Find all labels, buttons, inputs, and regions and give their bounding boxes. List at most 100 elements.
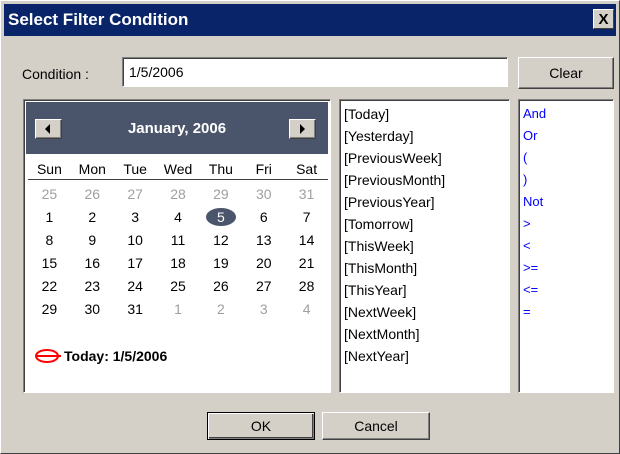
- calendar-day-number: 31: [127, 300, 143, 317]
- calendar-day[interactable]: 31: [285, 186, 328, 202]
- calendar-day[interactable]: 1: [28, 209, 71, 225]
- calendar-day[interactable]: 20: [242, 255, 285, 271]
- calendar-day[interactable]: 2: [71, 209, 114, 225]
- calendar-day[interactable]: 16: [71, 255, 114, 271]
- date-keyword-list[interactable]: [Today] [Yesterday] [PreviousWeek] [Previou…: [339, 99, 510, 393]
- calendar-day[interactable]: 26: [71, 186, 114, 202]
- calendar-day-number: 9: [88, 231, 97, 248]
- calendar-day-number: 27: [255, 277, 272, 294]
- calendar-day-number: 28: [298, 277, 315, 294]
- calendar-week-row: 1 2 3 4 5 6 7: [28, 205, 328, 228]
- calendar-day[interactable]: 31: [114, 301, 157, 317]
- calendar-day[interactable]: 11: [157, 232, 200, 248]
- calendar-day[interactable]: 26: [199, 278, 242, 294]
- calendar-day-number: 30: [84, 300, 101, 317]
- ok-button[interactable]: OK: [207, 412, 315, 440]
- close-button[interactable]: X: [593, 9, 614, 29]
- calendar-day[interactable]: 29: [28, 301, 71, 317]
- calendar-day[interactable]: 30: [242, 186, 285, 202]
- calendar-day[interactable]: 8: [28, 232, 71, 248]
- calendar-day[interactable]: 29: [199, 186, 242, 202]
- calendar-day[interactable]: 12: [199, 232, 242, 248]
- calendar-day-number: 6: [259, 208, 268, 225]
- calendar-day[interactable]: 24: [114, 278, 157, 294]
- calendar-day[interactable]: 3: [242, 301, 285, 317]
- calendar-day[interactable]: 1: [157, 301, 200, 317]
- keyword-list-item[interactable]: [PreviousYear]: [344, 191, 505, 213]
- calendar-day[interactable]: 6: [242, 209, 285, 225]
- calendar-day-number: 1: [174, 300, 182, 317]
- calendar-day[interactable]: 13: [242, 232, 285, 248]
- calendar-week-row: 8 9 10 11 12 13 14: [28, 228, 328, 251]
- operator-list-item[interactable]: Not: [523, 191, 609, 213]
- calendar-day-number: 25: [170, 277, 186, 294]
- calendar-day[interactable]: 18: [157, 255, 200, 271]
- calendar-day[interactable]: 15: [28, 255, 71, 271]
- operator-list-item[interactable]: >: [523, 213, 609, 235]
- keyword-list-item[interactable]: [NextYear]: [344, 345, 505, 367]
- calendar-day[interactable]: 25: [157, 278, 200, 294]
- operator-list-item[interactable]: Or: [523, 125, 609, 147]
- calendar-day[interactable]: 23: [71, 278, 114, 294]
- calendar-day[interactable]: 4: [157, 209, 200, 225]
- calendar-day-number: 4: [302, 300, 311, 317]
- calendar-day[interactable]: 28: [157, 186, 200, 202]
- select-filter-condition-dialog: Select Filter Condition X Condition : 1/…: [0, 0, 620, 454]
- calendar-day-number: 20: [255, 254, 272, 271]
- operator-list-item[interactable]: <=: [523, 279, 609, 301]
- calendar-day-number: 18: [170, 254, 186, 271]
- keyword-list-item[interactable]: [PreviousWeek]: [344, 147, 505, 169]
- calendar-day[interactable]: 7: [285, 209, 328, 225]
- calendar-day[interactable]: 27: [242, 278, 285, 294]
- keyword-list-item[interactable]: [ThisYear]: [344, 279, 505, 301]
- cancel-button[interactable]: Cancel: [322, 412, 430, 440]
- keyword-list-item[interactable]: [Today]: [344, 103, 505, 125]
- days-of-week-row: Sun Mon Tue Wed Thu Fri Sat: [28, 158, 328, 180]
- calendar-day[interactable]: 25: [28, 186, 71, 202]
- calendar-day-number: 24: [127, 277, 143, 294]
- calendar-day[interactable]: 4: [285, 301, 328, 317]
- calendar-day-number: 14: [298, 231, 315, 248]
- today-label: Today: 1/5/2006: [64, 348, 168, 364]
- operator-list-item[interactable]: <: [523, 235, 609, 257]
- calendar-day-number: 4: [174, 208, 182, 225]
- condition-input[interactable]: 1/5/2006: [122, 57, 508, 87]
- calendar-day[interactable]: 27: [114, 186, 157, 202]
- keyword-list-item[interactable]: [NextWeek]: [344, 301, 505, 323]
- today-button[interactable]: Today: 1/5/2006: [34, 347, 167, 365]
- calendar-day[interactable]: 30: [71, 301, 114, 317]
- calendar-week-row: 29 30 31 1 2 3 4: [28, 297, 328, 320]
- keyword-list-item[interactable]: [NextMonth]: [344, 323, 505, 345]
- operator-list-item[interactable]: >=: [523, 257, 609, 279]
- calendar-day[interactable]: 9: [71, 232, 114, 248]
- calendar-day-number: 19: [213, 254, 229, 271]
- operator-list[interactable]: And Or() Not > < >= <= =: [518, 99, 614, 393]
- operator-list-item[interactable]: ): [523, 169, 609, 191]
- operator-list-item[interactable]: (: [523, 147, 609, 169]
- keyword-list-item[interactable]: [PreviousMonth]: [344, 169, 505, 191]
- calendar-day[interactable]: 3: [114, 209, 157, 225]
- calendar-day[interactable]: 2: [199, 301, 242, 317]
- day-of-week-label: Fri: [255, 160, 272, 177]
- calendar-day-selected[interactable]: 5: [199, 207, 242, 226]
- keyword-list-item[interactable]: [Yesterday]: [344, 125, 505, 147]
- next-month-button[interactable]: [289, 119, 316, 139]
- calendar-day[interactable]: 28: [285, 278, 328, 294]
- calendar-day[interactable]: 19: [199, 255, 242, 271]
- keyword-list-item[interactable]: [ThisMonth]: [344, 257, 505, 279]
- keyword-list-item[interactable]: [Tomorrow]: [344, 213, 505, 235]
- calendar-day[interactable]: 10: [114, 232, 157, 248]
- calendar-day[interactable]: 22: [28, 278, 71, 294]
- day-of-week-label: Sun: [36, 160, 62, 177]
- operator-list-item[interactable]: And: [523, 103, 609, 125]
- calendar-day-number: 31: [298, 185, 315, 202]
- calendar-day-number: 5: [205, 207, 236, 226]
- calendar-day[interactable]: 21: [285, 255, 328, 271]
- calendar-day[interactable]: 17: [114, 255, 157, 271]
- calendar-day[interactable]: 14: [285, 232, 328, 248]
- operator-list-item[interactable]: =: [523, 301, 609, 323]
- calendar-week-row: 25 26 27 28 29 30 31: [28, 182, 328, 205]
- keyword-list-item[interactable]: [ThisWeek]: [344, 235, 505, 257]
- today-circle-icon: [35, 349, 61, 363]
- clear-button[interactable]: Clear: [518, 57, 614, 89]
